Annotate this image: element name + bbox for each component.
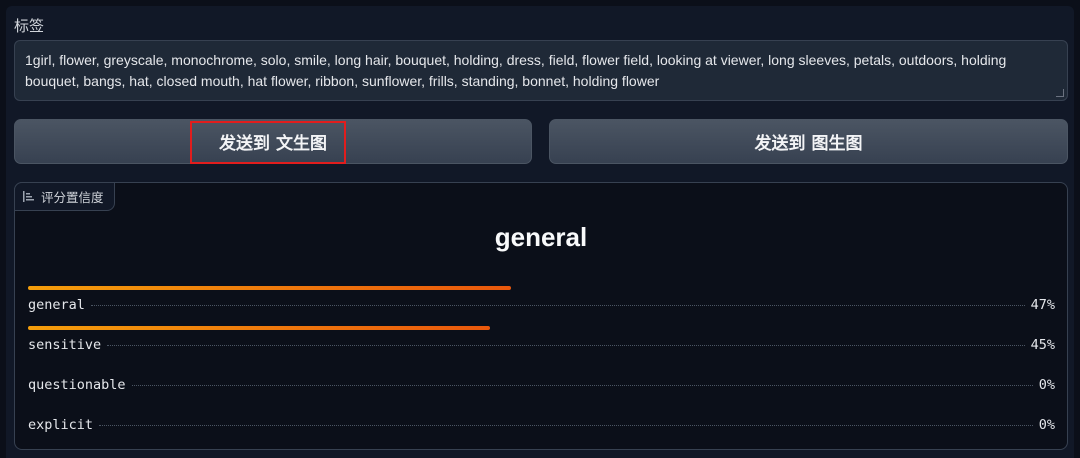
send-to-txt2img-button[interactable]: 发送到 文生图 bbox=[14, 119, 532, 164]
send-to-img2img-label: 发送到 图生图 bbox=[754, 134, 863, 154]
confidence-row-text: general 47% bbox=[28, 297, 1055, 313]
confidence-tab: 评分置信度 bbox=[14, 182, 115, 211]
send-to-img2img-button[interactable]: 发送到 图生图 bbox=[549, 119, 1068, 164]
confidence-row-sensitive: sensitive 45% bbox=[28, 326, 1055, 353]
label-list-icon bbox=[23, 191, 34, 202]
resize-grip-icon[interactable] bbox=[1056, 89, 1064, 97]
confidence-value: 45% bbox=[1030, 337, 1055, 353]
confidence-label: explicit bbox=[28, 417, 94, 433]
confidence-row-questionable: questionable 0% bbox=[28, 366, 1055, 393]
top-label: general bbox=[494, 222, 588, 252]
confidence-value: 0% bbox=[1038, 417, 1055, 433]
dotted-leader bbox=[99, 425, 1033, 426]
confidence-row-explicit: explicit 0% bbox=[28, 406, 1055, 433]
tags-textarea[interactable]: 1girl, flower, greyscale, monochrome, so… bbox=[14, 40, 1068, 101]
confidence-row-text: sensitive 45% bbox=[28, 337, 1055, 353]
confidence-label: sensitive bbox=[28, 337, 102, 353]
tags-label: 标签 bbox=[14, 17, 45, 35]
confidence-label: general bbox=[28, 297, 85, 313]
confidence-label: questionable bbox=[28, 377, 126, 393]
send-to-txt2img-label: 发送到 文生图 bbox=[219, 134, 327, 154]
dotted-leader bbox=[90, 305, 1025, 306]
confidence-row-text: questionable 0% bbox=[28, 377, 1055, 393]
tags-text: 1girl, flower, greyscale, monochrome, so… bbox=[25, 52, 1007, 89]
confidence-bar bbox=[28, 326, 490, 330]
confidence-value: 0% bbox=[1038, 377, 1055, 393]
confidence-bar bbox=[28, 286, 511, 290]
confidence-row-text: explicit 0% bbox=[28, 417, 1055, 433]
confidence-row-general: general 47% bbox=[28, 286, 1055, 313]
dotted-leader bbox=[107, 345, 1025, 346]
confidence-value: 47% bbox=[1030, 297, 1055, 313]
dotted-leader bbox=[131, 385, 1033, 386]
confidence-tab-label: 评分置信度 bbox=[41, 190, 104, 205]
